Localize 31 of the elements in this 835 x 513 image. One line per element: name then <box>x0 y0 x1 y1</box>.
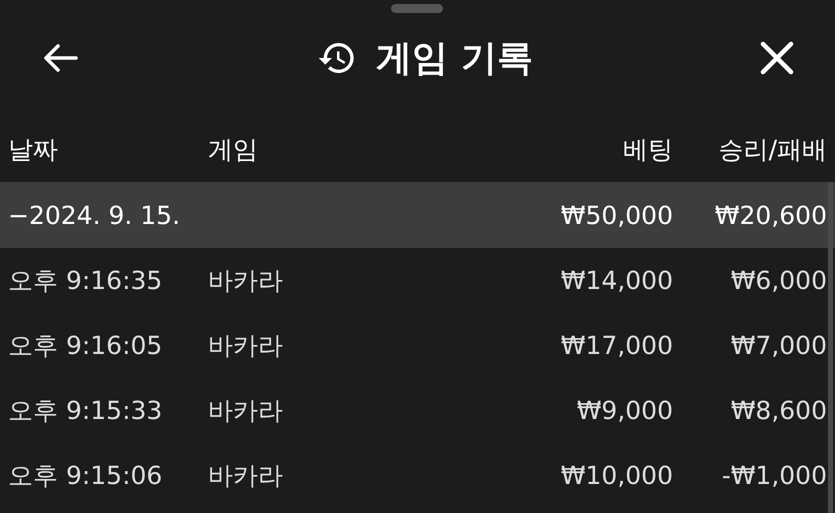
column-header: 게임 <box>208 134 259 166</box>
back-arrow-icon <box>42 43 80 73</box>
close-icon <box>758 40 795 76</box>
close-button[interactable] <box>758 40 795 76</box>
bet-cell-text: ₩17,000 <box>560 331 673 360</box>
time-cell-text: 오후 9:16:35 <box>8 265 164 297</box>
result-cell-text: ₩6,000 <box>730 266 827 295</box>
game-cell-text: 바카라 <box>208 395 284 427</box>
time-cell-text: 오후 9:16:05 <box>8 330 164 362</box>
time-cell-text: 오후 9:15:33 <box>8 395 164 427</box>
window-title: 게임 기록 <box>376 36 533 80</box>
result-cell-text: ₩8,600 <box>730 396 827 425</box>
column-header: 날짜 <box>8 134 59 166</box>
scrollbar[interactable] <box>828 182 833 513</box>
column-header: 베팅 <box>622 134 673 166</box>
result-cell-text: -₩1,000 <box>720 461 827 490</box>
time-cell-text: 오후 9:15:06 <box>8 460 164 492</box>
group-result-total: ₩20,600 <box>714 200 827 230</box>
bet-cell-text: ₩9,000 <box>576 396 673 425</box>
result-cell-text: ₩7,000 <box>730 331 827 360</box>
group-bet-total: ₩50,000 <box>560 200 673 230</box>
game-cell-text: 바카라 <box>208 460 284 492</box>
game-cell-text: 바카라 <box>208 330 284 362</box>
bet-cell-text: ₩10,000 <box>560 461 673 490</box>
group-date: −2024. 9. 15. <box>8 200 182 230</box>
game-cell-text: 바카라 <box>208 265 284 297</box>
date-group-row[interactable]: −2024. 9. 15. ₩50,000 ₩20,600 <box>0 182 835 248</box>
drag-handle[interactable] <box>391 4 443 13</box>
back-button[interactable] <box>42 43 80 73</box>
bet-cell-text: ₩14,000 <box>560 266 673 295</box>
column-header: 승리/패배 <box>718 134 827 166</box>
